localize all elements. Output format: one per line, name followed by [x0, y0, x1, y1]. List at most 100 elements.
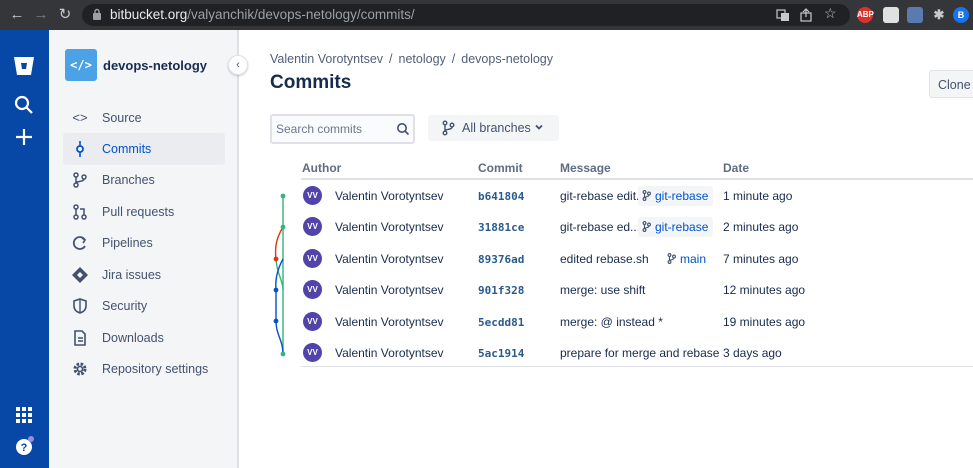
- plus-icon[interactable]: [12, 125, 36, 149]
- commit-author: Valentin Vorotyntsev: [335, 346, 444, 360]
- sidebar-item-branches[interactable]: Branches: [63, 164, 225, 196]
- branch-tag[interactable]: git-rebase: [638, 217, 714, 237]
- branch-icon: [667, 253, 676, 264]
- commit-author: Valentin Vorotyntsev: [335, 315, 444, 329]
- table-row[interactable]: VV Valentin Vorotyntsev 89376ad edited r…: [301, 244, 973, 275]
- sidebar-item-pipelines[interactable]: Pipelines: [63, 227, 225, 259]
- commit-message: git-rebase ed...: [560, 220, 641, 234]
- commit-message: merge: @ instead *: [560, 315, 663, 329]
- table-row[interactable]: VV Valentin Vorotyntsev b641804 git-reba…: [301, 181, 973, 212]
- sidebar-item-label: Jira issues: [102, 268, 162, 282]
- avatar[interactable]: VV: [303, 249, 322, 268]
- clone-button[interactable]: Clone: [929, 70, 973, 98]
- sidebar-item-repository-settings[interactable]: Repository settings: [63, 353, 225, 385]
- breadcrumb: Valentin Vorotyntsev / netology / devops-net…: [270, 52, 553, 66]
- sidebar-item-security[interactable]: Security: [63, 290, 225, 322]
- back-arrow-icon[interactable]: ←: [8, 6, 26, 24]
- sidebar-item-downloads[interactable]: Downloads: [63, 322, 225, 354]
- search-commits-field[interactable]: [270, 114, 415, 144]
- table-row[interactable]: VV Valentin Vorotyntsev 5ac1914 prepare …: [301, 338, 973, 369]
- breadcrumb-separator: /: [389, 52, 393, 66]
- branch-tag[interactable]: main: [663, 249, 712, 269]
- table-bottom-divider: [301, 366, 973, 367]
- avatar[interactable]: VV: [303, 312, 322, 331]
- branch-filter-dropdown[interactable]: All branches: [428, 115, 559, 141]
- chevron-down-icon: [535, 124, 543, 130]
- branch-icon: [73, 172, 87, 188]
- table-row[interactable]: VV Valentin Vorotyntsev 901f328 merge: u…: [301, 275, 973, 306]
- commit-hash-link[interactable]: 89376ad: [478, 253, 524, 266]
- avatar[interactable]: VV: [303, 343, 322, 362]
- pull-request-icon: [73, 204, 87, 220]
- header-divider: [301, 178, 973, 180]
- commit-author: Valentin Vorotyntsev: [335, 220, 444, 234]
- adblock-extension-icon[interactable]: ABP: [857, 7, 874, 23]
- avatar[interactable]: VV: [303, 217, 322, 236]
- table-row[interactable]: VV Valentin Vorotyntsev 31881ce git-reba…: [301, 212, 973, 243]
- breadcrumb-repo[interactable]: devops-netology: [461, 52, 553, 66]
- extension-icon[interactable]: [883, 7, 899, 23]
- sidebar-item-label: Downloads: [102, 331, 164, 345]
- commit-node: [280, 224, 286, 230]
- reload-icon[interactable]: ↻: [56, 6, 74, 24]
- extension-icon[interactable]: [907, 7, 923, 23]
- commit-message: merge: use shift: [560, 283, 646, 297]
- commit-hash-link[interactable]: b641804: [478, 190, 524, 203]
- column-header-message: Message: [560, 161, 611, 175]
- commit-hash-link[interactable]: 5ac1914: [478, 347, 524, 360]
- branch-tag[interactable]: git-rebase: [638, 186, 714, 206]
- search-input[interactable]: [276, 121, 386, 137]
- breadcrumb-user[interactable]: Valentin Vorotyntsev: [270, 52, 383, 66]
- address-bar[interactable]: bitbucket.org/valyanchik/devops-netology…: [82, 4, 850, 26]
- bitbucket-logo-icon[interactable]: [12, 54, 36, 78]
- search-icon[interactable]: [12, 93, 36, 117]
- svg-text:?: ?: [21, 442, 28, 454]
- branch-icon: [642, 190, 651, 201]
- sidebar-item-commits[interactable]: Commits: [63, 133, 225, 165]
- commit-date: 1 minute ago: [723, 189, 793, 203]
- avatar[interactable]: VV: [303, 186, 322, 205]
- forward-arrow-icon[interactable]: →: [32, 6, 50, 24]
- commit-date: 2 minutes ago: [723, 220, 799, 234]
- commit-node: [280, 193, 286, 199]
- sidebar-item-pull-requests[interactable]: Pull requests: [63, 196, 225, 228]
- sidebar-item-jira-issues[interactable]: Jira issues: [63, 259, 225, 291]
- breadcrumb-project[interactable]: netology: [399, 52, 446, 66]
- avatar[interactable]: VV: [303, 280, 322, 299]
- branch-icon: [442, 120, 455, 136]
- column-header-commit: Commit: [478, 161, 523, 175]
- branch-tag-label: git-rebase: [655, 220, 709, 234]
- commit-hash-link[interactable]: 901f328: [478, 284, 524, 297]
- global-navigation: ?: [0, 30, 49, 468]
- sidebar-item-source[interactable]: <> Source: [63, 102, 225, 134]
- bookmark-star-icon[interactable]: ☆: [824, 5, 837, 22]
- commit-date: 12 minutes ago: [723, 283, 806, 297]
- help-icon[interactable]: ?: [12, 434, 36, 458]
- breadcrumb-separator: /: [451, 52, 456, 66]
- lock-icon: [93, 8, 101, 20]
- column-header-author: Author: [302, 161, 342, 175]
- commit-hash-link[interactable]: 5ecdd81: [478, 316, 524, 329]
- commit-message: edited rebase.sh: [560, 252, 649, 266]
- browser-toolbar: ← → ↻ bitbucket.org/valyanchik/devops-ne…: [0, 0, 973, 30]
- share-icon[interactable]: [800, 8, 814, 22]
- sidebar-item-label: Commits: [102, 142, 152, 156]
- translate-icon[interactable]: [776, 8, 790, 22]
- code-icon: <>: [72, 110, 88, 125]
- repo-avatar[interactable]: </>: [65, 49, 97, 81]
- commit-hash-link[interactable]: 31881ce: [478, 221, 524, 234]
- commit-node: [273, 256, 279, 262]
- commit-author: Valentin Vorotyntsev: [335, 252, 444, 266]
- table-row[interactable]: VV Valentin Vorotyntsev 5ecdd81 merge: @…: [301, 307, 973, 338]
- collapse-sidebar-button[interactable]: ‹: [228, 55, 248, 75]
- repo-name[interactable]: devops-netology: [103, 58, 207, 73]
- search-icon[interactable]: [396, 122, 410, 136]
- commit-node: [273, 287, 279, 293]
- shield-icon: [73, 298, 87, 314]
- puzzle-icon[interactable]: ✱: [931, 7, 947, 23]
- app-switcher-icon[interactable]: [12, 403, 36, 427]
- commit-date: 7 minutes ago: [723, 252, 799, 266]
- branch-tag-label: git-rebase: [655, 189, 709, 203]
- commit-date: 3 days ago: [723, 346, 782, 360]
- profile-avatar[interactable]: B: [953, 7, 969, 23]
